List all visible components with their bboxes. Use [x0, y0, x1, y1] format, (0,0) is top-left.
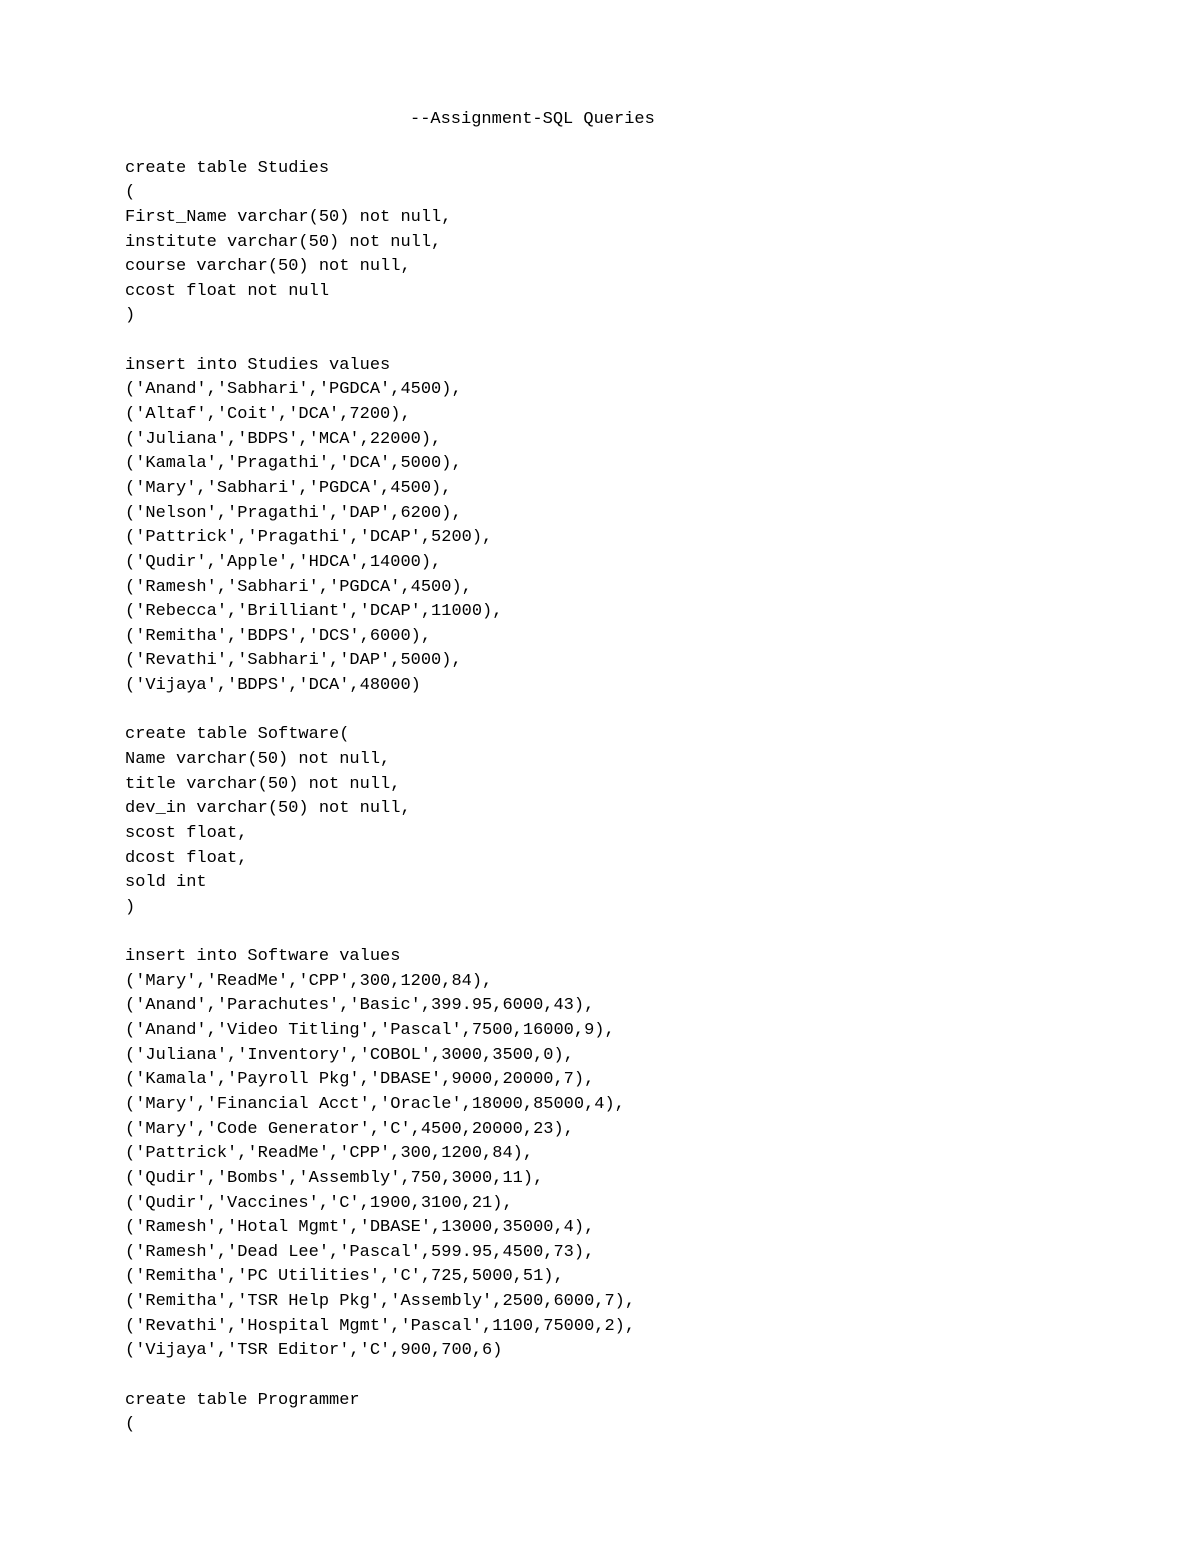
document-title: --Assignment-SQL Queries: [125, 108, 1075, 133]
blank-line: [125, 1364, 1075, 1389]
sql-insert-software: insert into Software values ('Mary','Rea…: [125, 945, 1075, 1364]
title-text: --Assignment-SQL Queries: [410, 110, 655, 129]
blank-line: [125, 699, 1075, 724]
sql-create-software: create table Software( Name varchar(50) …: [125, 723, 1075, 920]
sql-insert-studies: insert into Studies values ('Anand','Sab…: [125, 354, 1075, 699]
sql-create-programmer: create table Programmer (: [125, 1389, 1075, 1438]
blank-line: [125, 921, 1075, 946]
sql-create-studies: create table Studies ( First_Name varcha…: [125, 157, 1075, 329]
blank-line: [125, 329, 1075, 354]
